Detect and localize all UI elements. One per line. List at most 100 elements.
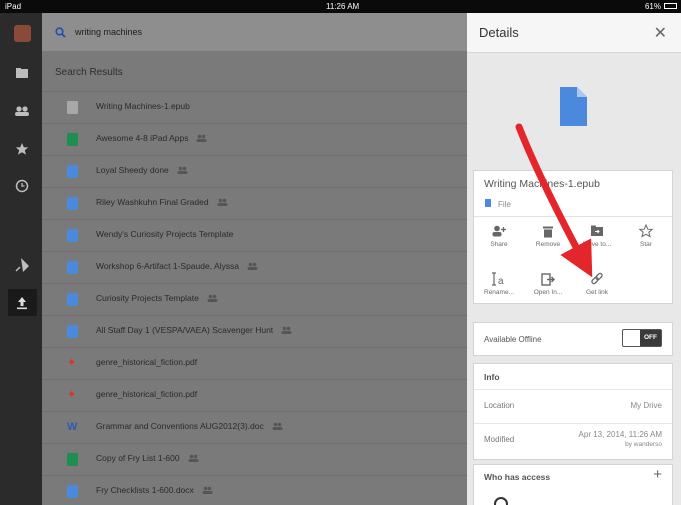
star-button[interactable]: Star xyxy=(626,223,666,248)
result-name: genre_historical_fiction.pdf xyxy=(96,357,198,367)
clock: 11:26 AM xyxy=(326,2,360,11)
pdf-icon: ✦ xyxy=(67,389,77,401)
shared-icon xyxy=(247,262,258,272)
result-name: Fry Checklists 1-600.docx xyxy=(96,485,213,496)
battery-level: 61% xyxy=(644,2,661,11)
file-icon xyxy=(67,101,78,114)
search-bar[interactable]: writing machines xyxy=(42,13,467,51)
star-label: Star xyxy=(640,241,652,248)
status-bar: iPad 11:26 AM 61% xyxy=(0,0,681,13)
spreadsheet-icon xyxy=(67,133,78,146)
result-row[interactable]: Workshop 6-Artifact 1-Spaude, Alyssa xyxy=(42,251,467,283)
location-label: Location xyxy=(484,401,515,410)
move-to-label: Move to... xyxy=(582,241,612,248)
share-label: Share xyxy=(490,241,508,248)
recent-icon[interactable] xyxy=(12,176,32,196)
result-row[interactable]: Curiosity Projects Template xyxy=(42,283,467,315)
shared-icon xyxy=(202,486,213,496)
document-icon xyxy=(67,485,78,498)
shared-icon xyxy=(272,422,283,432)
shared-with-me-icon[interactable] xyxy=(12,101,32,121)
result-name: All Staff Day 1 (VESPA/VAEA) Scavenger H… xyxy=(96,325,292,336)
file-preview-icon xyxy=(560,87,587,126)
divider xyxy=(474,423,672,424)
file-type: File xyxy=(498,200,511,209)
my-drive-icon[interactable] xyxy=(12,63,32,83)
device-name: iPad xyxy=(5,2,22,11)
result-name: Grammar and Conventions AUG2012(3).doc xyxy=(96,421,283,432)
access-header: Who has access xyxy=(484,472,551,482)
location-value: My Drive xyxy=(630,401,662,410)
open-in-button[interactable]: Open In... xyxy=(528,271,568,296)
move-to-button[interactable]: Move to... xyxy=(577,223,617,248)
file-card: Writing Machines-1.epub File Share Remov… xyxy=(473,170,673,304)
result-row[interactable]: Fry Checklists 1-600.docx xyxy=(42,475,467,505)
add-person-plus-icon[interactable]: + xyxy=(653,466,662,483)
document-icon xyxy=(67,261,78,274)
link-icon xyxy=(577,271,617,287)
shared-icon xyxy=(217,198,228,208)
file-name: Writing Machines-1.epub xyxy=(484,178,600,190)
document-icon xyxy=(67,325,78,338)
offline-label: Available Offline xyxy=(484,335,542,344)
result-name: Workshop 6-Artifact 1-Spaude, Alyssa xyxy=(96,261,258,272)
document-icon xyxy=(67,197,78,210)
offline-toggle[interactable]: OFF xyxy=(622,329,662,347)
result-row[interactable]: ✦ genre_historical_fiction.pdf xyxy=(42,379,467,411)
divider xyxy=(474,216,672,217)
divider xyxy=(474,389,672,390)
remove-button[interactable]: Remove xyxy=(528,223,568,248)
result-name: genre_historical_fiction.pdf xyxy=(96,389,198,399)
result-name: Writing Machines-1.epub xyxy=(96,101,190,111)
shared-icon xyxy=(207,294,218,304)
result-row[interactable]: Wendy's Curiosity Projects Template xyxy=(42,219,467,251)
result-row[interactable]: Riley Washkuhn Final Graded xyxy=(42,187,467,219)
modified-by: by wanderso xyxy=(625,441,662,448)
result-row[interactable]: Awesome 4-8 iPad Apps xyxy=(42,123,467,155)
remove-label: Remove xyxy=(535,241,561,248)
document-icon xyxy=(67,165,78,178)
result-name: Copy of Fry List 1-600 xyxy=(96,453,199,464)
sidebar xyxy=(0,13,42,505)
result-row[interactable]: Writing Machines-1.epub xyxy=(42,91,467,123)
modified-value: Apr 13, 2014, 11:26 AM xyxy=(578,430,662,439)
info-section: Info Location My Drive Modified Apr 13, … xyxy=(473,363,673,460)
share-button[interactable]: Share xyxy=(479,223,519,248)
rename-button[interactable]: a Rename... xyxy=(479,271,519,296)
file-type-icon xyxy=(485,199,491,207)
open-in-icon xyxy=(528,271,568,287)
get-link-label: Get link xyxy=(585,289,609,296)
person-avatar xyxy=(494,497,508,505)
spreadsheet-icon xyxy=(67,453,78,466)
result-name: Loyal Sheedy done xyxy=(96,165,188,176)
result-row[interactable]: W Grammar and Conventions AUG2012(3).doc xyxy=(42,411,467,443)
star-icon xyxy=(626,223,666,239)
details-header: Details ✕ xyxy=(467,13,681,53)
starred-icon[interactable] xyxy=(12,139,32,159)
upload-icon xyxy=(12,293,32,313)
document-icon xyxy=(67,229,78,242)
avatar[interactable] xyxy=(12,23,32,43)
result-row[interactable]: ✦ genre_historical_fiction.pdf xyxy=(42,347,467,379)
rename-icon: a xyxy=(479,271,519,287)
pin-icon[interactable] xyxy=(12,255,32,275)
details-title: Details xyxy=(479,25,519,40)
result-name: Wendy's Curiosity Projects Template xyxy=(96,229,234,239)
shared-icon xyxy=(177,166,188,176)
search-input[interactable]: writing machines xyxy=(75,27,142,37)
move-folder-icon xyxy=(577,223,617,239)
word-icon: W xyxy=(67,421,78,433)
get-link-button[interactable]: Get link xyxy=(577,271,617,296)
result-row[interactable]: Copy of Fry List 1-600 xyxy=(42,443,467,475)
toggle-state: OFF xyxy=(640,330,661,346)
trash-icon xyxy=(528,223,568,239)
result-row[interactable]: All Staff Day 1 (VESPA/VAEA) Scavenger H… xyxy=(42,315,467,347)
offline-row: Available Offline OFF xyxy=(473,322,673,356)
add-person-icon xyxy=(479,223,519,239)
close-icon[interactable]: ✕ xyxy=(654,23,667,43)
search-results-pane: writing machines Search Results Writing … xyxy=(42,13,467,505)
search-icon xyxy=(55,25,66,43)
result-row[interactable]: Loyal Sheedy done xyxy=(42,155,467,187)
svg-text:a: a xyxy=(498,276,504,286)
file-preview xyxy=(467,53,681,159)
